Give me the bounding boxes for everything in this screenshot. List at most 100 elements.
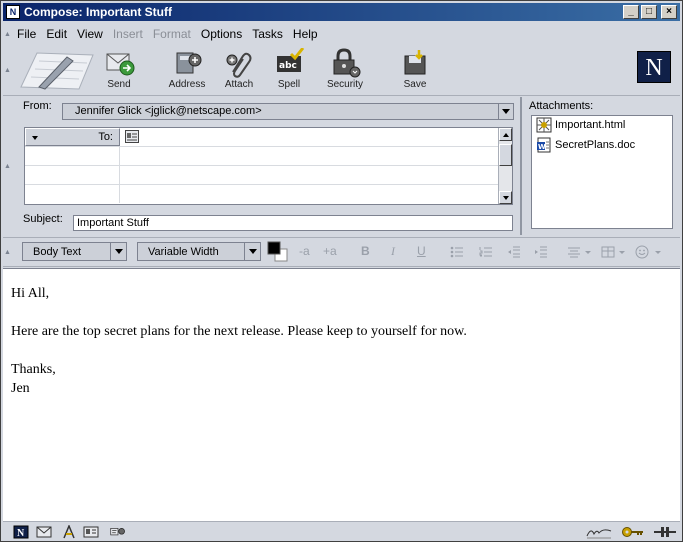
address-icon [176,52,202,74]
menubar-grip-icon[interactable]: ▲ [3,23,12,45]
attach-button[interactable]: Attach [211,48,267,94]
subject-field[interactable]: Important Stuff [73,215,513,231]
address-button[interactable]: Address [159,48,215,94]
svg-text:N: N [17,528,25,539]
chevron-down-icon[interactable] [498,104,513,119]
pen-paper-icon [20,52,94,90]
text-color-picker[interactable] [267,241,289,263]
address-card-icon [125,130,139,143]
indent-icon[interactable] [534,246,548,258]
italic-button[interactable]: I [391,244,395,259]
recipient-type-label: To: [98,131,113,143]
numbered-list-icon[interactable] [479,246,493,258]
minimize-button[interactable]: _ [623,5,639,19]
compose-window: N Compose: Important Stuff _ □ × ▲ File … [0,0,683,542]
save-label: Save [403,79,427,90]
spell-button[interactable]: abc Spell [261,48,317,94]
menu-bar: ▲ File Edit View Insert Format Options T… [3,23,680,45]
svg-text:abc: abc [279,61,297,71]
format-grip-icon[interactable]: ▲ [3,238,12,266]
send-icon [106,53,135,76]
from-label: From: [23,100,52,112]
smaller-font-button[interactable]: -a [299,244,310,258]
svg-text:W: W [538,143,546,151]
paperclip-icon [226,52,252,78]
scroll-down-button[interactable] [499,191,512,204]
menu-help[interactable]: Help [288,27,323,41]
header-splitter[interactable] [519,97,525,235]
menu-edit[interactable]: Edit [41,27,72,41]
recipient-scrollbar[interactable] [498,128,512,204]
bold-button[interactable]: B [361,244,370,258]
security-label: Security [326,79,364,90]
app-icon: N [6,5,20,19]
attachment-item[interactable]: W SecretPlans.doc [536,136,635,154]
menu-view[interactable]: View [72,27,108,41]
font-select[interactable]: Variable Width [137,242,261,261]
body-line: Here are the top secret plans for the ne… [11,324,467,339]
online-icon[interactable] [653,525,677,539]
menu-format[interactable]: Format [148,27,196,41]
composer-icon[interactable] [61,525,77,539]
insert-table-icon[interactable] [601,246,627,258]
menu-options[interactable]: Options [196,27,247,41]
larger-font-button[interactable]: +a [323,244,337,258]
body-line: Thanks, [11,362,56,377]
security-button[interactable]: Security [317,48,373,94]
font-value: Variable Width [148,246,219,258]
word-doc-icon: W [537,137,551,153]
scroll-thumb[interactable] [499,144,512,166]
address-book-icon[interactable] [83,525,99,539]
paragraph-style-select[interactable]: Body Text [22,242,127,261]
save-button[interactable]: Save [387,48,443,94]
send-button[interactable]: Send [91,48,147,94]
body-line: Hi All, [11,286,50,301]
title-bar[interactable]: N Compose: Important Stuff _ □ × [3,3,680,21]
chevron-down-icon[interactable] [244,243,260,260]
status-bar: N [3,521,680,541]
recipient-type-cell[interactable] [25,147,120,165]
subject-label: Subject: [23,213,63,225]
message-body[interactable]: Hi All, Here are the top secret plans fo… [3,268,680,521]
lock-icon [333,48,361,78]
menu-tasks[interactable]: Tasks [247,27,288,41]
close-button[interactable]: × [661,5,677,19]
signed-icon[interactable] [585,525,613,539]
chat-icon[interactable] [110,525,126,539]
maximize-button[interactable]: □ [641,5,657,19]
outdent-icon[interactable] [507,246,521,258]
chevron-down-icon[interactable] [110,243,126,260]
attachments-list[interactable]: Important.html W SecretPlans.doc [531,115,673,229]
key-icon[interactable] [621,525,645,539]
from-dropdown[interactable]: Jennifer Glick <jglick@netscape.com> [62,103,514,120]
recipient-row[interactable] [25,166,498,185]
smiley-icon[interactable] [635,245,665,259]
from-value: Jennifer Glick <jglick@netscape.com> [75,105,262,117]
netscape-logo[interactable]: N [637,51,671,83]
message-header: ▲ From: Jennifer Glick <jglick@netscape.… [3,97,680,235]
recipient-row[interactable]: To: [25,128,498,147]
paragraph-style-value: Body Text [33,246,82,258]
align-icon[interactable] [567,246,593,258]
attachments-label: Attachments: [529,100,594,112]
navigator-icon[interactable]: N [13,525,29,539]
header-grip-icon[interactable]: ▲ [3,97,12,235]
recipient-list[interactable]: To: [24,127,513,205]
compose-toolbar: ▲ Send Address Attach abc Spell Security… [3,45,680,96]
bullet-list-icon[interactable] [450,246,464,258]
toolbar-grip-icon[interactable]: ▲ [3,45,12,95]
mail-icon[interactable] [36,525,52,539]
spellcheck-icon: abc [277,48,305,72]
recipient-type-cell[interactable] [25,166,120,184]
scroll-up-button[interactable] [499,128,512,141]
recipient-type-cell[interactable] [25,185,120,203]
recipient-type-select[interactable]: To: [25,128,120,146]
underline-button[interactable]: U [417,244,426,258]
menu-file[interactable]: File [12,27,41,41]
recipient-row[interactable] [25,147,498,166]
attachment-name: Important.html [555,119,626,131]
window-title: Compose: Important Stuff [24,5,172,19]
recipient-row[interactable] [25,185,498,204]
attachment-item[interactable]: Important.html [536,116,625,134]
menu-insert[interactable]: Insert [108,27,148,41]
